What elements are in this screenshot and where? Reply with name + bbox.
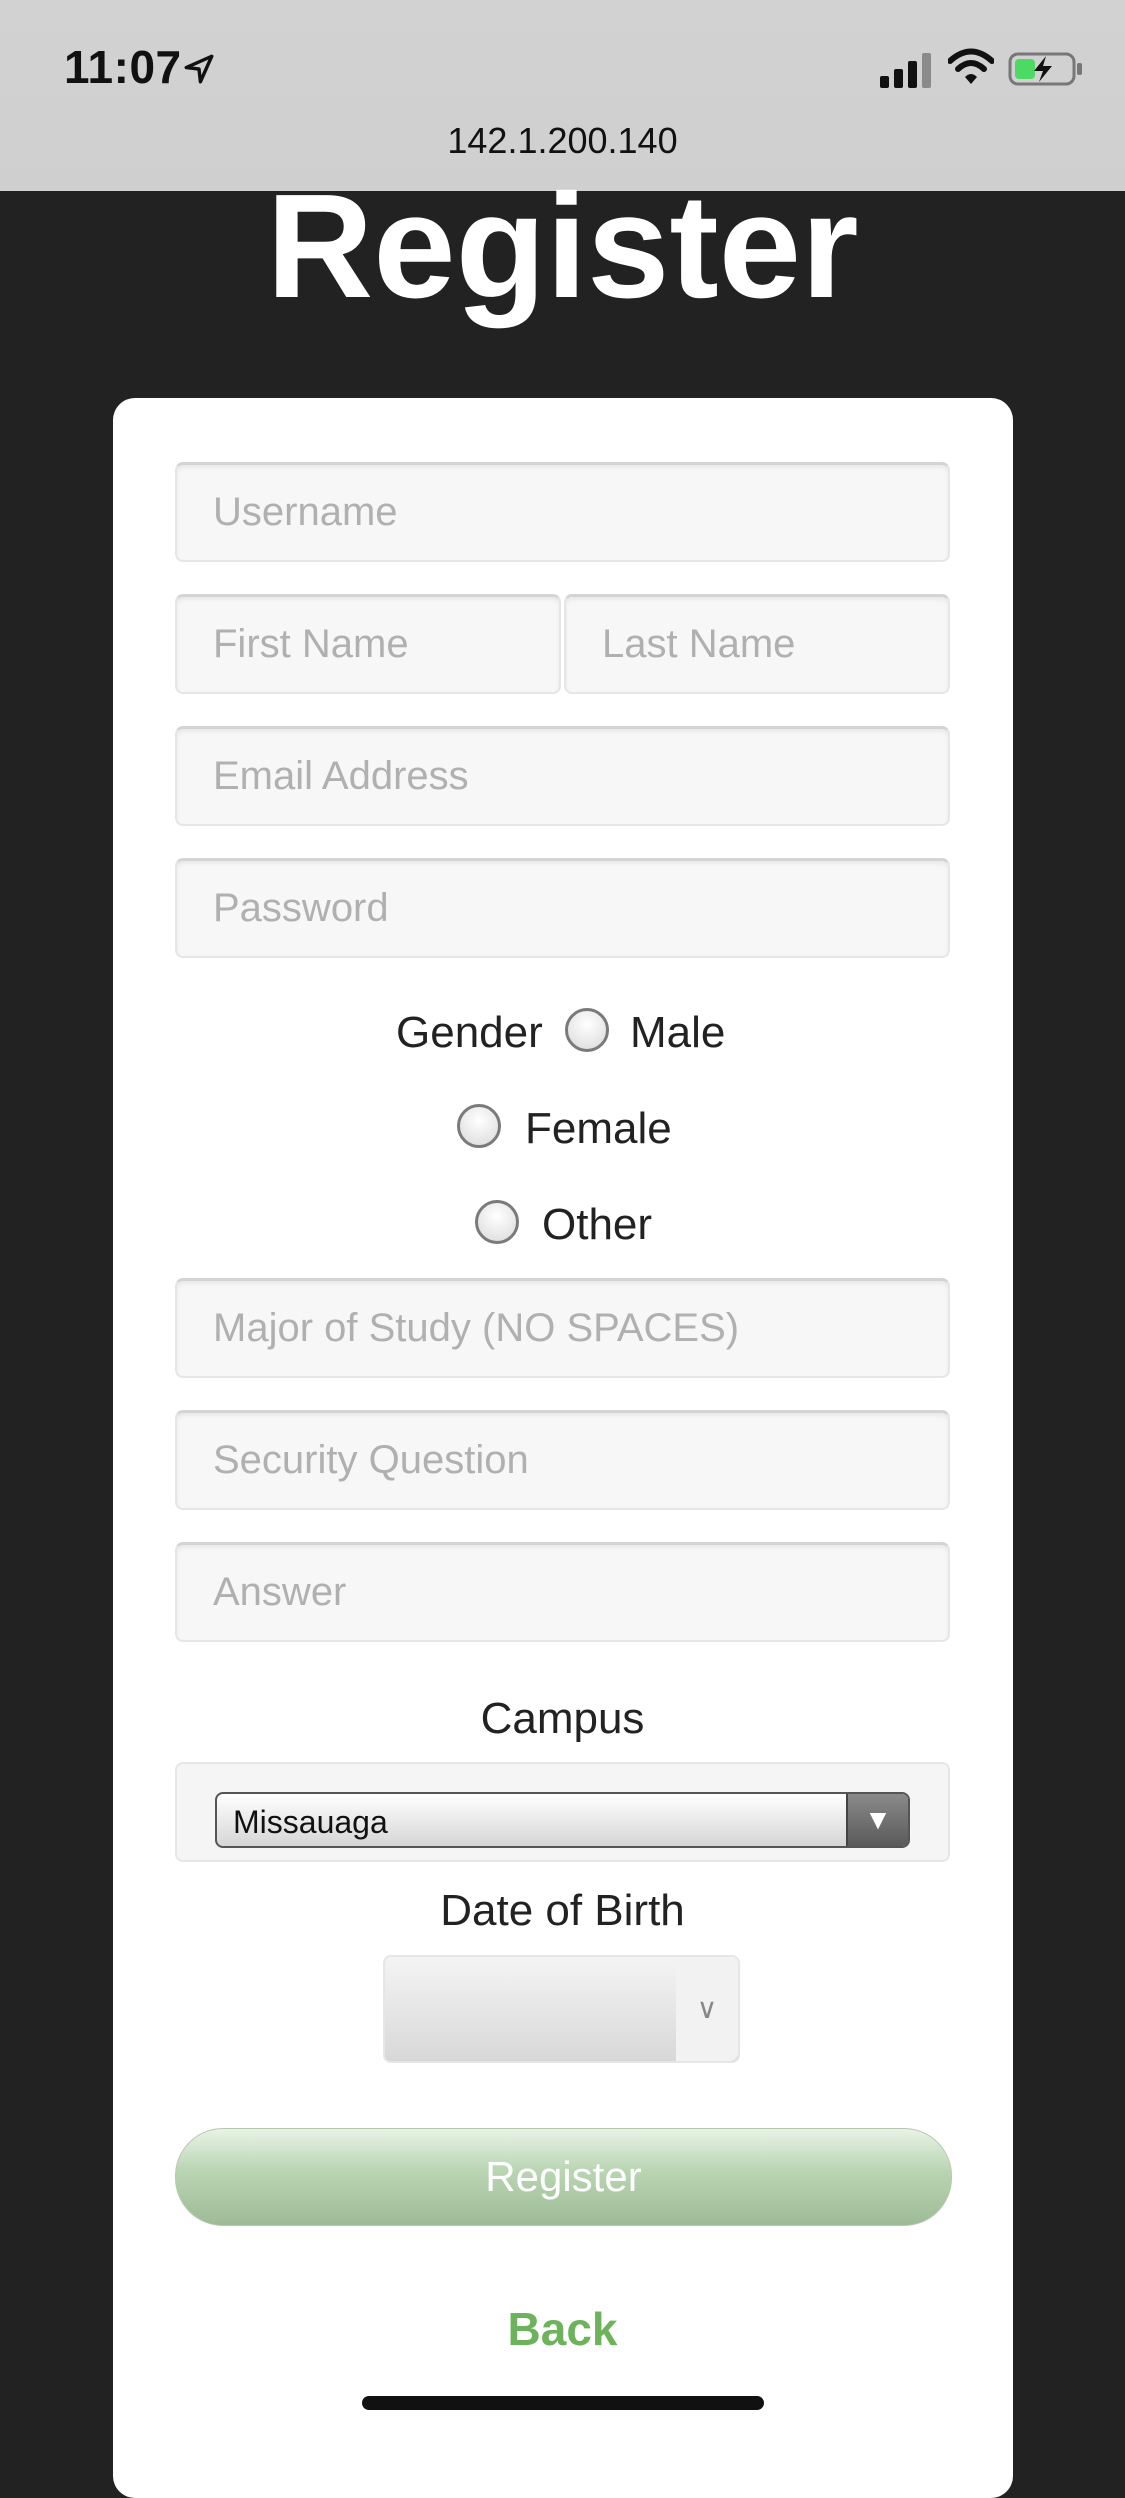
home-indicator[interactable]: [362, 2396, 764, 2410]
gender-label: Gender: [396, 1008, 543, 1057]
first-name-input[interactable]: [177, 597, 559, 692]
gender-option-male-label: Male: [630, 1008, 726, 1057]
gender-radio-female[interactable]: [457, 1104, 501, 1148]
wifi-icon: [948, 48, 994, 84]
gender-option-female-label: Female: [525, 1104, 672, 1153]
password-field[interactable]: [175, 858, 950, 958]
browser-url[interactable]: 142.1.200.140: [0, 120, 1125, 162]
campus-select[interactable]: Missauaga ▼: [215, 1792, 910, 1848]
battery-charging-icon: [1008, 52, 1082, 86]
gender-option-other-label: Other: [542, 1200, 653, 1249]
password-input[interactable]: [177, 861, 948, 956]
email-input[interactable]: [177, 729, 948, 824]
register-button[interactable]: Register: [175, 2128, 952, 2226]
first-name-field[interactable]: [175, 594, 561, 694]
major-input[interactable]: [177, 1281, 948, 1376]
location-arrow-icon: [184, 54, 214, 84]
gender-radio-other[interactable]: [475, 1200, 519, 1244]
status-bar: 11:07 142.1.200.140: [0, 0, 1125, 191]
security-question-field[interactable]: [175, 1410, 950, 1510]
status-time: 11:07: [64, 41, 182, 93]
security-question-input[interactable]: [177, 1413, 948, 1508]
page-title: Register: [266, 164, 859, 329]
username-field[interactable]: [175, 462, 950, 562]
campus-selected-value: Missauaga: [233, 1804, 388, 1840]
dropdown-arrow-icon[interactable]: ▼: [846, 1794, 908, 1846]
gender-radio-male[interactable]: [565, 1008, 609, 1052]
cellular-signal-icon: [880, 53, 931, 88]
major-field[interactable]: [175, 1278, 950, 1378]
back-link[interactable]: Back: [0, 2302, 1125, 2356]
last-name-input[interactable]: [566, 597, 948, 692]
username-input[interactable]: [177, 465, 948, 560]
answer-input[interactable]: [177, 1545, 948, 1640]
dob-select[interactable]: ∨: [383, 1955, 740, 2063]
campus-label: Campus: [480, 1694, 645, 1743]
answer-field[interactable]: [175, 1542, 950, 1642]
campus-select-container: Missauaga ▼: [175, 1762, 950, 1862]
dob-label: Date of Birth: [440, 1886, 685, 1935]
email-field[interactable]: [175, 726, 950, 826]
chevron-down-icon[interactable]: ∨: [676, 1957, 738, 2061]
last-name-field[interactable]: [564, 594, 950, 694]
